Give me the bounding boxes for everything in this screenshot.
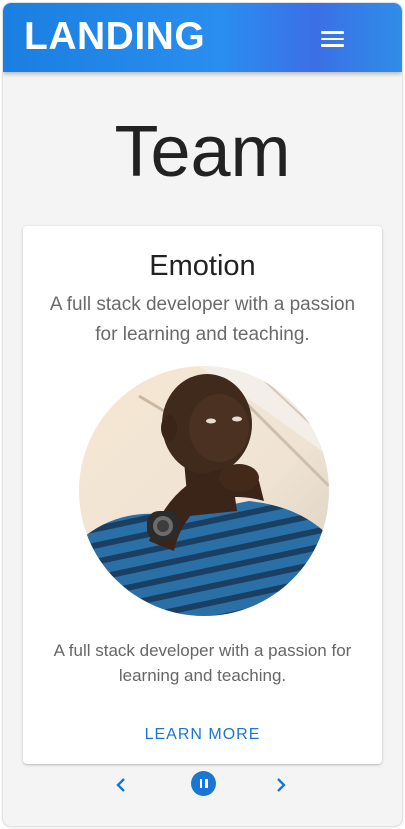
carousel-controls: [3, 771, 402, 801]
card-description: A full stack developer with a passion fo…: [53, 641, 352, 685]
chevron-left-icon[interactable]: [113, 777, 129, 798]
learn-more-button[interactable]: LEARN MORE: [23, 726, 382, 744]
team-member-card: Emotion A full stack developer with a pa…: [23, 226, 382, 764]
card-title: Emotion: [149, 250, 256, 282]
page-title: Team: [114, 112, 291, 192]
brand-logo[interactable]: LANDING: [24, 15, 205, 59]
card-subtitle: A full stack developer with a passion fo…: [49, 294, 356, 345]
app-bar: LANDING: [3, 3, 402, 72]
hamburger-menu-icon[interactable]: [316, 25, 348, 53]
profile-photo: [79, 366, 329, 616]
pause-icon[interactable]: [191, 771, 216, 796]
app-frame: LANDING Team Emotion A full stack develo…: [3, 3, 402, 826]
chevron-right-icon[interactable]: [273, 777, 289, 798]
